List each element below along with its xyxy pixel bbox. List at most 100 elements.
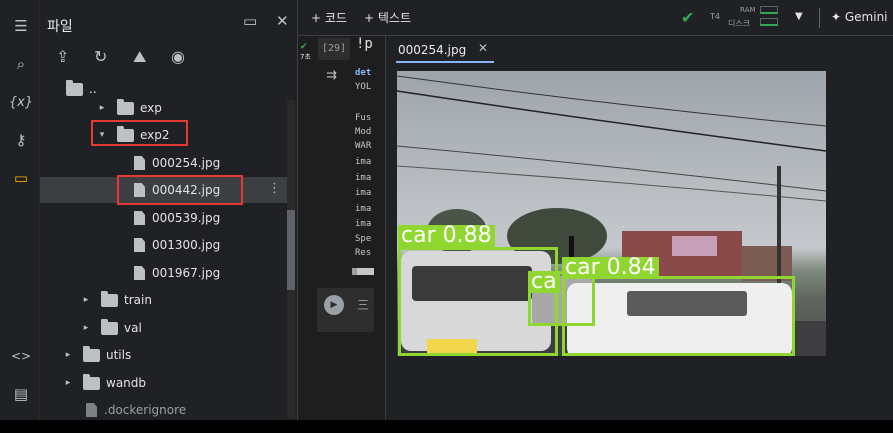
disk-label: 디스크 — [728, 19, 751, 28]
cell-text: 三 — [357, 298, 370, 312]
refresh-icon[interactable]: ↻ — [94, 47, 107, 66]
upload-icon[interactable]: ⇪ — [56, 47, 69, 66]
folder-icon — [117, 98, 134, 115]
cell-execution-count: [29] — [318, 38, 350, 60]
terminal-icon[interactable]: ▤ — [10, 383, 32, 405]
folder-icon — [101, 290, 118, 307]
output-progress-bar — [352, 268, 374, 275]
chevron-right-icon[interactable]: ▸ — [95, 103, 109, 113]
detection-label: ca — [528, 271, 560, 293]
notebook-area: ✔ 7초 [29] !p ⇉ det YOL Fus Mod WAR ima i… — [298, 36, 385, 420]
highlight-box-file — [117, 175, 243, 205]
scrollbar-thumb[interactable] — [287, 210, 295, 290]
tree-item-file[interactable]: 000254.jpg — [40, 150, 288, 176]
connected-check-icon: ✔ — [681, 8, 695, 27]
tree-item-file[interactable]: 001967.jpg — [40, 260, 288, 286]
detection-label: car 0.88 — [398, 225, 495, 247]
output-line: ima — [355, 188, 372, 198]
tree-item-label: train — [124, 293, 152, 307]
add-code-button[interactable]: + 코드 — [311, 9, 347, 26]
variables-icon[interactable]: {x} — [9, 91, 33, 113]
highlight-box-exp2 — [91, 120, 188, 146]
chevron-right-icon[interactable]: ▸ — [79, 323, 93, 333]
cell-exec-time: 7초 — [300, 53, 311, 61]
ram-label: RAM — [740, 6, 756, 14]
runtime-menu-chevron-icon[interactable]: ▼ — [795, 11, 803, 22]
file-icon — [134, 266, 145, 280]
more-options-icon[interactable]: ⋮ — [268, 181, 281, 196]
run-cell-button[interactable]: ▶ — [324, 295, 344, 315]
output-line: ima — [355, 157, 372, 167]
folder-icon — [83, 373, 100, 390]
files-panel-title: 파일 — [47, 19, 73, 35]
cell-code[interactable]: !p — [356, 36, 373, 52]
tree-item-exp[interactable]: ▸ exp — [40, 95, 288, 121]
tree-item-label: utils — [106, 348, 132, 362]
tree-item-label: 001967.jpg — [152, 266, 221, 280]
close-tab-icon[interactable]: ✕ — [478, 41, 488, 55]
folder-icon[interactable]: ▭ — [10, 167, 32, 189]
file-icon — [134, 156, 145, 170]
output-line: Res — [355, 248, 372, 258]
open-in-tab-icon[interactable]: ▭ — [243, 12, 257, 30]
tree-item-label: wandb — [106, 376, 147, 390]
tree-item-label: exp — [140, 101, 162, 115]
output-collapse-icon[interactable]: ⇉ — [326, 68, 337, 83]
file-icon — [86, 403, 97, 417]
ram-meter[interactable] — [760, 6, 778, 14]
close-icon[interactable]: ✕ — [276, 12, 289, 30]
output-line: YOL — [355, 82, 372, 92]
taskbar — [0, 420, 893, 433]
tree-item-wandb[interactable]: ▸ wandb — [40, 370, 288, 396]
toc-icon[interactable]: ☰ — [10, 15, 32, 37]
search-icon[interactable]: ⌕ — [10, 53, 32, 75]
chevron-right-icon[interactable]: ▸ — [61, 350, 75, 360]
tree-item-val[interactable]: ▸ val — [40, 315, 288, 341]
add-text-button[interactable]: + 텍스트 — [364, 9, 411, 26]
tree-item-label: .dockerignore — [104, 403, 187, 417]
tree-item-utils[interactable]: ▸ utils — [40, 342, 288, 368]
output-line: ima — [355, 219, 372, 229]
detection-label: car 0.84 — [562, 257, 659, 279]
tab-image[interactable]: 000254.jpg — [398, 36, 466, 64]
gemini-button[interactable]: ✦ Gemini — [831, 10, 888, 24]
tree-item-label: 000254.jpg — [152, 156, 221, 170]
runtime-type[interactable]: T4 — [710, 12, 720, 21]
output-line: WAR — [355, 141, 372, 151]
tree-item-label: .. — [89, 82, 97, 96]
code-cell[interactable]: ▶ 三 — [317, 288, 374, 332]
folder-icon — [83, 345, 100, 362]
tree-item-file[interactable]: 001300.jpg — [40, 232, 288, 258]
disk-meter[interactable] — [760, 18, 778, 26]
tree-item-label: 000539.jpg — [152, 211, 221, 225]
tree-item-train[interactable]: ▸ train — [40, 287, 288, 313]
output-line: ima — [355, 204, 372, 214]
output-line: Mod — [355, 127, 372, 137]
output-line: Spe — [355, 234, 372, 244]
files-panel: 파일 ▭ ✕ ⇪ ↻ ⛰ ◉ .. ▸ exp ▾ exp2 000254.jp… — [40, 0, 298, 420]
detection-box — [562, 276, 795, 356]
key-icon[interactable]: ⚷ — [10, 129, 32, 151]
tree-item-file[interactable]: 000539.jpg — [40, 205, 288, 231]
folder-icon — [66, 79, 83, 96]
tab-active-indicator — [396, 61, 494, 63]
detection-image: car 0.88 ca car 0.84 — [397, 71, 826, 356]
code-snippets-icon[interactable]: <> — [10, 345, 32, 367]
show-hidden-icon[interactable]: ◉ — [171, 47, 185, 66]
chevron-right-icon[interactable]: ▸ — [79, 295, 93, 305]
folder-icon — [101, 318, 118, 335]
files-scrollbar[interactable] — [287, 100, 295, 418]
output-line: Fus — [355, 113, 372, 123]
tree-item-label: 001300.jpg — [152, 238, 221, 252]
file-icon — [134, 211, 145, 225]
image-viewer: 000254.jpg ✕ car 0.88 ca car 0.84 — [385, 36, 893, 420]
tree-item-label: val — [124, 321, 142, 335]
drive-mount-icon[interactable]: ⛰ — [133, 47, 146, 67]
chevron-right-icon[interactable]: ▸ — [61, 378, 75, 388]
cell-success-check-icon: ✔ — [300, 42, 308, 52]
output-line: det — [355, 68, 372, 78]
output-line: ima — [355, 173, 372, 183]
activity-bar: ☰ ⌕ {x} ⚷ ▭ <> ▤ — [0, 0, 40, 420]
notebook-toolbar: + 코드 + 텍스트 ✔ T4 RAM 디스크 ▼ ✦ Gemini — [298, 0, 893, 36]
tree-item-file[interactable]: .dockerignore — [40, 397, 288, 420]
